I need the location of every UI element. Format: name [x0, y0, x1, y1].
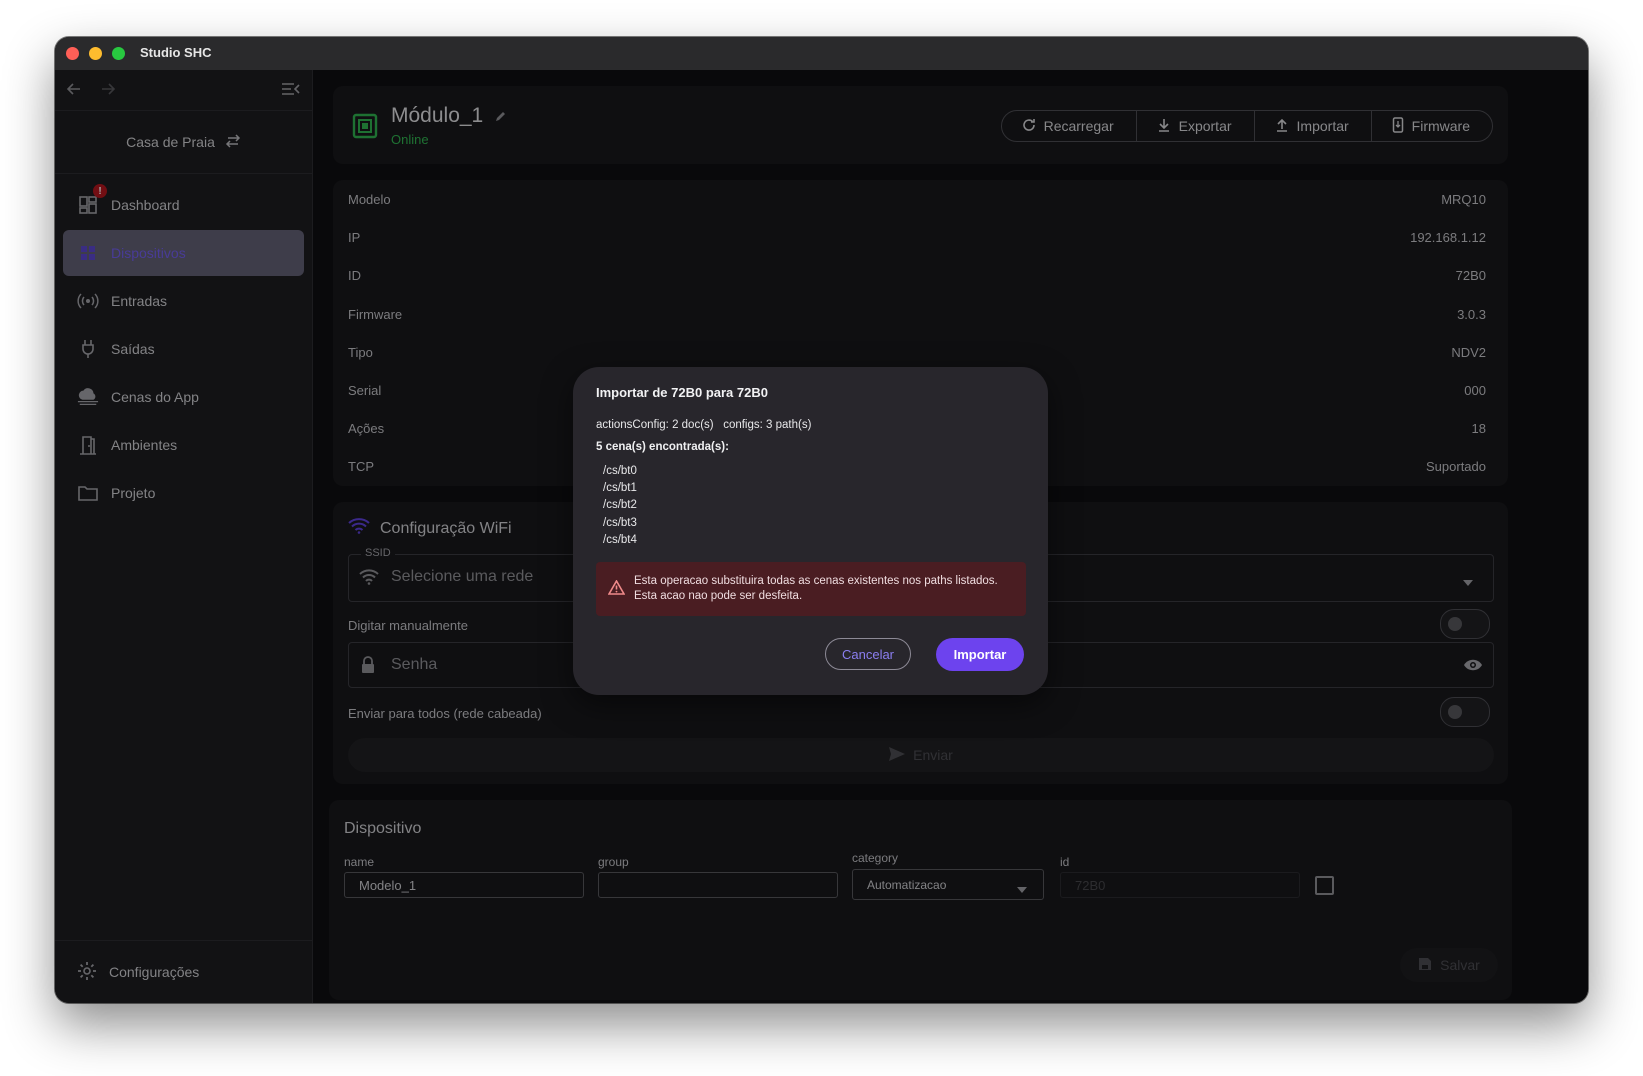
title-bar: Studio SHC — [55, 37, 1588, 71]
warning-icon — [607, 579, 626, 600]
dialog-title: Importar de 72B0 para 72B0 — [596, 385, 768, 400]
confirm-import-button[interactable]: Importar — [936, 638, 1024, 671]
maximize-window-button[interactable] — [112, 47, 125, 60]
scene-count: 5 cena(s) encontrada(s): — [596, 441, 729, 453]
list-item: /cs/bt1 — [603, 482, 637, 495]
list-item: /cs/bt2 — [603, 499, 637, 512]
cancel-button[interactable]: Cancelar — [825, 638, 911, 670]
minimize-window-button[interactable] — [89, 47, 102, 60]
list-item: /cs/bt0 — [603, 465, 637, 477]
dialog-stats: actionsConfig: 2 doc(s) configs: 3 path(… — [596, 419, 812, 431]
warning-banner: Esta operacao substituira todas as cenas… — [596, 562, 1026, 616]
warning-text: Esta operacao substituira todas as cenas… — [634, 575, 998, 602]
app-window: Studio SHC Casa de Praia ! Dashboard Dis… — [55, 37, 1588, 1003]
scene-list: /cs/bt0 /cs/bt1 /cs/bt2 /cs/bt3 /cs/bt4 — [603, 463, 637, 549]
import-dialog: Importar de 72B0 para 72B0 actionsConfig… — [573, 367, 1048, 695]
list-item: /cs/bt3 — [603, 516, 637, 529]
window-title: Studio SHC — [140, 45, 212, 60]
list-item: /cs/bt4 — [603, 533, 637, 546]
close-window-button[interactable] — [66, 47, 79, 60]
